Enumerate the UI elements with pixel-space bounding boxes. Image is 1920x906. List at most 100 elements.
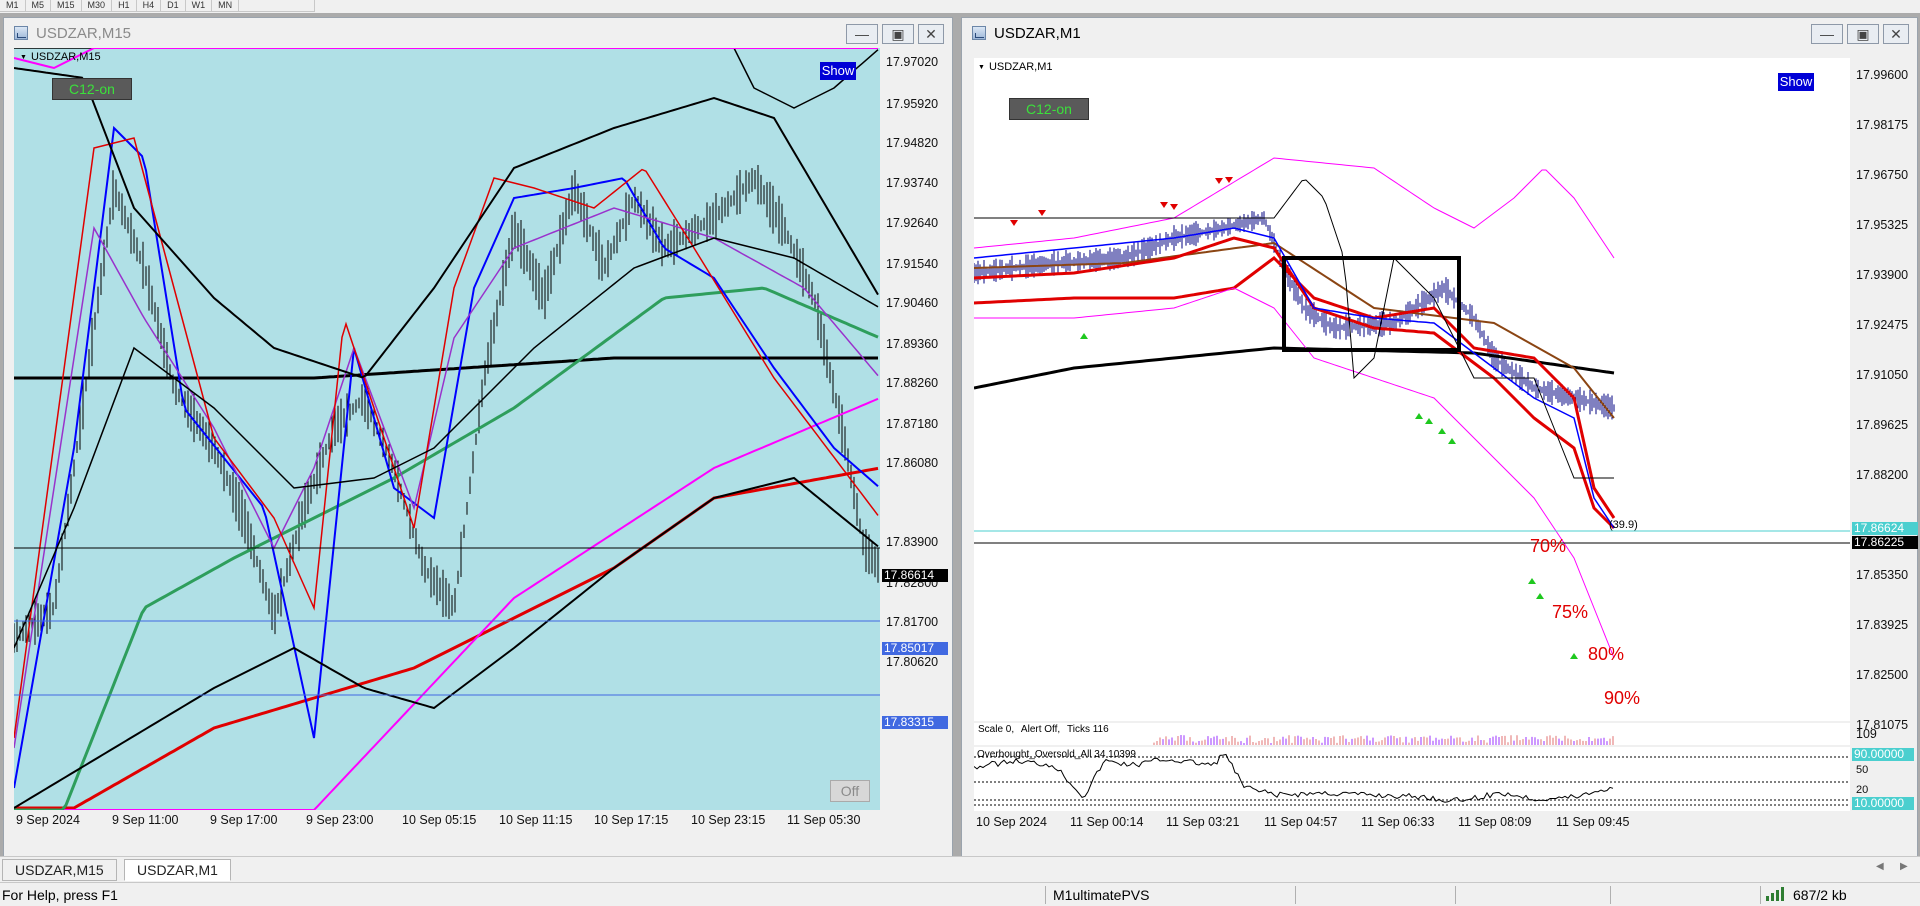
ma-green [14,286,879,810]
restore-button[interactable]: ▣ [882,24,914,44]
price-tick: 17.81700 [886,614,939,629]
sell-arrow [1225,177,1233,183]
window-title: USDZAR,M1 [994,24,1081,42]
volume-scale-label: Scale 0, [978,724,1015,735]
timeframe-button-m15[interactable]: M15 [51,0,82,12]
buy-arrow [1415,413,1423,419]
price-tick: 17.80620 [886,655,939,670]
chart-plot-m15 [14,48,880,810]
tab-scroll-left-icon[interactable]: ◀ [1876,861,1884,872]
timeframe-button-h1[interactable]: H1 [112,0,137,12]
time-tick: 10 Sep 05:15 [402,813,477,827]
window-titlebar[interactable]: USDZAR,M1 — ▣ ✕ [962,18,1917,48]
tab-usdzar-m1[interactable]: USDZAR,M1 [124,859,231,881]
minimize-button[interactable]: — [846,24,878,44]
timeframe-button-d1[interactable]: D1 [161,0,186,12]
sell-arrow [1038,210,1046,216]
time-tick: 9 Sep 2024 [16,813,80,827]
price-tick: 17.94820 [886,136,939,151]
level-label-70: 70% [1530,536,1567,556]
fib-ratio-label: (39.9) [1609,519,1638,531]
volume-max-label: 109 [1856,727,1877,741]
band-upper-magenta [974,157,1615,259]
price-tick: 17.90460 [886,296,939,311]
window-title: USDZAR,M15 [36,24,132,42]
restore-button[interactable]: ▣ [1847,24,1879,44]
sell-arrow [1160,202,1168,208]
status-traffic: 687/2 kb [1793,887,1847,903]
oscillator-subwindow[interactable]: Overbought_Oversold_All 34 10399 [974,747,1850,811]
timeframe-button-mn[interactable]: MN [212,0,240,12]
chart-tabs: USDZAR,M15 USDZAR,M1 ◀ ▶ [0,856,1920,882]
time-tick: 10 Sep 23:15 [691,813,766,827]
terminal-window: M1M5M15M30H1H4D1W1MN USDZAR,M15 — ▣ ✕ US… [0,0,1920,906]
time-axis-m15: 9 Sep 2024 9 Sep 11:00 9 Sep 17:00 9 Sep 23… [14,810,880,834]
volume-axis: 109 [1850,723,1918,745]
status-profile: M1ultimatePVS [1053,887,1150,903]
chart-window-m15[interactable]: USDZAR,M15 — ▣ ✕ USDZAR,M15 C12-on Show … [3,17,953,857]
price-tick: 17.89625 [1856,418,1909,433]
chart-window-icon [14,26,28,40]
osc-upper-level: 90.00000 [1852,748,1914,761]
time-tick: 11 Sep 08:09 [1458,815,1532,829]
price-chart-m15[interactable]: USDZAR,M15 C12-on Show Off [14,48,880,810]
time-tick: 9 Sep 17:00 [210,813,278,827]
band-top-curve [14,48,879,109]
close-button[interactable]: ✕ [918,24,944,44]
buy-arrow [1080,333,1088,339]
tab-usdzar-m15[interactable]: USDZAR,M15 [2,859,117,881]
price-tick: 17.91540 [886,256,939,271]
volume-subwindow[interactable]: Scale 0, Alert Off, Ticks 116 [974,723,1850,745]
price-tick: 17.83925 [1856,618,1909,633]
osc-low-level: 20 [1856,784,1869,796]
band-lower-magenta [974,287,1615,659]
band-magenta-top [14,48,878,70]
price-chart-m1[interactable]: USDZAR,M1 C12-on Show 70% 75% 80% 90% (3… [974,58,1850,721]
price-tick: 17.93740 [886,175,939,190]
chart-window-m1[interactable]: USDZAR,M1 — ▣ ✕ USDZAR,M1 C12-on Show 70… [961,17,1918,857]
show-button[interactable]: Show [1778,73,1814,91]
minimize-button[interactable]: — [1811,24,1843,44]
status-bar: For Help, press F1 M1ultimatePVS 687/2 k… [0,882,1920,906]
price-tick: 17.89360 [886,336,939,351]
buy-arrow [1438,428,1446,434]
price-tick: 17.85350 [1856,568,1909,583]
volume-alert-label: Alert Off, [1020,724,1061,735]
timeframe-button-w1[interactable]: W1 [186,0,213,12]
time-tick: 11 Sep 06:33 [1361,815,1435,829]
buy-arrow [1570,653,1578,659]
off-button[interactable]: Off [830,780,870,802]
level-label-90: 90% [1604,688,1641,708]
sell-arrow [1170,204,1178,210]
show-button[interactable]: Show [820,62,856,80]
c12-indicator-button[interactable]: C12-on [1009,98,1089,120]
price-tick: 17.92475 [1856,318,1909,333]
price-tick: 17.91050 [1856,368,1909,383]
price-tick: 17.93900 [1856,268,1909,283]
price-axis-m15: 17.97020 17.95920 17.94820 17.93740 17.92640… [880,48,952,810]
time-tick: 11 Sep 09:45 [1556,815,1630,829]
timeframe-toolbar: M1 M5 M15 M30 H1 H4 D1 W1 MN [0,0,315,12]
timeframe-button-m1[interactable]: M1 [0,0,26,12]
connection-status-icon[interactable] [1765,886,1789,902]
tab-scroll-right-icon[interactable]: ▶ [1900,861,1908,872]
level-label-75: 75% [1552,602,1589,622]
mdi-workspace: USDZAR,M15 — ▣ ✕ USDZAR,M15 C12-on Show … [0,13,1920,857]
timeframe-button-h4[interactable]: H4 [137,0,162,12]
oscillator-axis: 90.00000 50 20 10.00000 [1850,747,1918,811]
timeframe-button-m5[interactable]: M5 [26,0,52,12]
time-tick: 11 Sep 00:14 [1070,815,1144,829]
buy-arrow [1425,418,1433,424]
price-tick: 17.88260 [886,376,939,391]
time-tick: 9 Sep 11:00 [112,813,179,827]
time-tick: 9 Sep 23:00 [306,813,374,827]
sell-arrow [1215,178,1223,184]
price-tick: 17.82500 [1856,668,1909,683]
window-titlebar[interactable]: USDZAR,M15 — ▣ ✕ [4,18,952,48]
close-button[interactable]: ✕ [1883,24,1909,44]
c12-indicator-button[interactable]: C12-on [52,78,132,100]
buy-arrow [1528,578,1536,584]
timeframe-button-m30[interactable]: M30 [82,0,113,12]
price-tick: 17.96750 [1856,168,1909,183]
time-tick: 10 Sep 17:15 [594,813,669,827]
